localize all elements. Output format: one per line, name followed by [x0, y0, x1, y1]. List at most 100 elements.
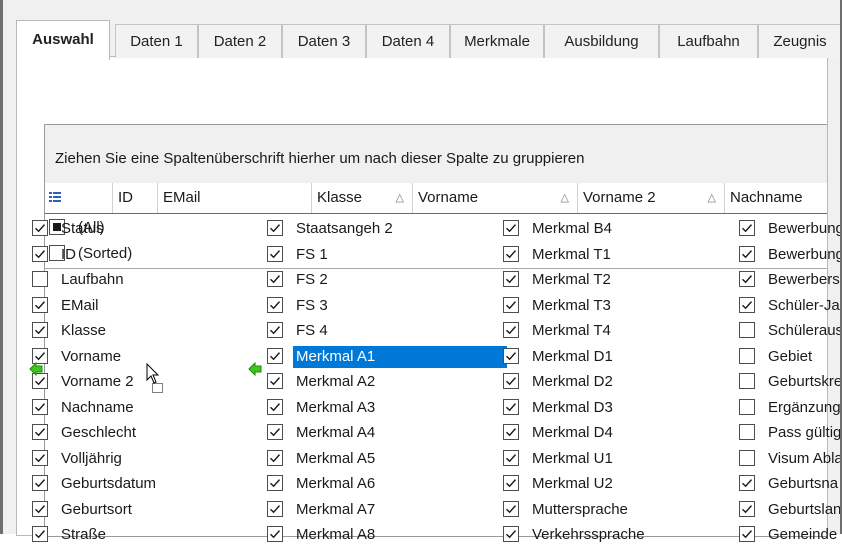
column-checkbox[interactable] — [739, 475, 755, 491]
column-chooser-item[interactable]: FS 4 — [267, 320, 499, 344]
column-checkbox[interactable] — [267, 526, 283, 542]
column-chooser-item[interactable]: Geburtslan — [739, 499, 842, 523]
column-checkbox[interactable] — [739, 526, 755, 542]
column-checkbox[interactable] — [739, 373, 755, 389]
column-checkbox[interactable] — [503, 220, 519, 236]
column-checkbox[interactable] — [267, 501, 283, 517]
column-checkbox[interactable] — [739, 220, 755, 236]
column-checkbox[interactable] — [503, 271, 519, 287]
tab-ausbildung[interactable]: Ausbildung — [544, 24, 659, 58]
column-checkbox[interactable] — [267, 271, 283, 287]
column-chooser-item[interactable]: Merkmal A6 — [267, 473, 499, 497]
column-checkbox[interactable] — [739, 297, 755, 313]
column-header-klasse[interactable]: Klasse △ — [312, 183, 413, 213]
column-checkbox[interactable] — [739, 399, 755, 415]
column-chooser-item[interactable]: Schüler-Ja — [739, 295, 842, 319]
column-chooser-item[interactable]: Verkehrssprache — [503, 524, 735, 548]
column-chooser-item[interactable]: Status — [32, 218, 264, 242]
column-checkbox[interactable] — [32, 501, 48, 517]
column-chooser-item[interactable]: Merkmal A5 — [267, 448, 499, 472]
column-chooser-item[interactable]: FS 2 — [267, 269, 499, 293]
column-chooser-item[interactable]: Gebiet — [739, 346, 842, 370]
column-chooser-item[interactable]: Bewerbung — [739, 218, 842, 242]
column-chooser-item[interactable]: Schüleraus — [739, 320, 842, 344]
column-chooser-item[interactable]: Gemeinde — [739, 524, 842, 548]
column-chooser-item[interactable]: Merkmal D4 — [503, 422, 735, 446]
column-checkbox[interactable] — [32, 297, 48, 313]
column-chooser-item[interactable]: Merkmal A8 — [267, 524, 499, 548]
column-checkbox[interactable] — [267, 246, 283, 262]
group-by-panel[interactable]: Ziehen Sie eine Spaltenüberschrift hierh… — [45, 125, 827, 184]
column-checkbox[interactable] — [32, 246, 48, 262]
column-checkbox[interactable] — [739, 424, 755, 440]
column-chooser-item[interactable]: Merkmal D3 — [503, 397, 735, 421]
column-checkbox[interactable] — [503, 348, 519, 364]
column-checkbox[interactable] — [32, 450, 48, 466]
column-chooser-item[interactable]: Geburtsort — [32, 499, 264, 523]
column-chooser-item[interactable]: Geburtsna — [739, 473, 842, 497]
column-checkbox[interactable] — [267, 322, 283, 338]
column-checkbox[interactable] — [267, 373, 283, 389]
column-chooser-item[interactable]: Merkmal A2 — [267, 371, 499, 395]
column-chooser-item[interactable]: Merkmal A1 — [267, 346, 507, 370]
tab-merkmale[interactable]: Merkmale — [450, 24, 544, 58]
column-checkbox[interactable] — [503, 322, 519, 338]
column-chooser-item[interactable]: FS 3 — [267, 295, 499, 319]
column-checkbox[interactable] — [503, 475, 519, 491]
column-checkbox[interactable] — [739, 271, 755, 287]
column-checkbox[interactable] — [32, 424, 48, 440]
column-chooser-item[interactable]: ID — [32, 244, 264, 268]
column-chooser-item[interactable]: Geschlecht — [32, 422, 264, 446]
tab-auswahl[interactable]: Auswahl — [16, 20, 110, 60]
tab-daten-4[interactable]: Daten 4 — [366, 24, 450, 58]
column-checkbox[interactable] — [32, 220, 48, 236]
column-checkbox[interactable] — [267, 475, 283, 491]
column-chooser-item[interactable]: Pass gültig — [739, 422, 842, 446]
column-checkbox[interactable] — [32, 399, 48, 415]
column-checkbox[interactable] — [32, 526, 48, 542]
column-chooser-item[interactable]: Merkmal T1 — [503, 244, 735, 268]
column-chooser-item[interactable]: Merkmal U1 — [503, 448, 735, 472]
column-checkbox[interactable] — [32, 475, 48, 491]
column-checkbox[interactable] — [739, 322, 755, 338]
tab-daten-2[interactable]: Daten 2 — [198, 24, 282, 58]
column-header-email[interactable]: EMail — [158, 183, 312, 213]
column-checkbox[interactable] — [503, 526, 519, 542]
column-chooser-item[interactable]: EMail — [32, 295, 264, 319]
column-chooser-item[interactable]: Merkmal T4 — [503, 320, 735, 344]
column-checkbox[interactable] — [503, 501, 519, 517]
column-checkbox[interactable] — [503, 399, 519, 415]
column-checkbox[interactable] — [32, 271, 48, 287]
column-checkbox[interactable] — [503, 246, 519, 262]
column-checkbox[interactable] — [739, 348, 755, 364]
column-chooser-item[interactable]: Visum Abla — [739, 448, 842, 472]
column-checkbox[interactable] — [267, 424, 283, 440]
column-checkbox[interactable] — [503, 450, 519, 466]
column-chooser-item[interactable]: FS 1 — [267, 244, 499, 268]
column-checkbox[interactable] — [739, 450, 755, 466]
column-chooser-item[interactable]: Volljährig — [32, 448, 264, 472]
column-chooser-item[interactable]: Merkmal A4 — [267, 422, 499, 446]
column-checkbox[interactable] — [503, 297, 519, 313]
column-checkbox[interactable] — [32, 322, 48, 338]
column-checkbox[interactable] — [503, 424, 519, 440]
tab-laufbahn[interactable]: Laufbahn — [659, 24, 758, 58]
column-chooser-item[interactable]: Merkmal A3 — [267, 397, 499, 421]
column-header-id[interactable]: ID — [113, 183, 158, 213]
column-chooser-item[interactable]: Staatsangeh 2 — [267, 218, 499, 242]
column-chooser-item[interactable]: Merkmal D1 — [503, 346, 735, 370]
column-chooser-item[interactable]: Bewerbers — [739, 269, 842, 293]
column-chooser-item[interactable]: Merkmal T2 — [503, 269, 735, 293]
column-chooser-item[interactable]: Geburtsdatum — [32, 473, 264, 497]
column-checkbox[interactable] — [739, 246, 755, 262]
column-checkbox[interactable] — [267, 220, 283, 236]
column-chooser-item[interactable]: Merkmal B4 — [503, 218, 735, 242]
column-chooser-item[interactable]: Merkmal T3 — [503, 295, 735, 319]
column-header-nachname[interactable]: Nachname△ — [725, 183, 842, 213]
column-chooser-item[interactable]: Geburtskre — [739, 371, 842, 395]
column-checkbox[interactable] — [267, 399, 283, 415]
tab-zeugnis[interactable]: Zeugnis — [758, 24, 842, 58]
column-checkbox[interactable] — [503, 373, 519, 389]
tab-daten-1[interactable]: Daten 1 — [115, 24, 198, 58]
column-chooser-item[interactable]: Merkmal U2 — [503, 473, 735, 497]
